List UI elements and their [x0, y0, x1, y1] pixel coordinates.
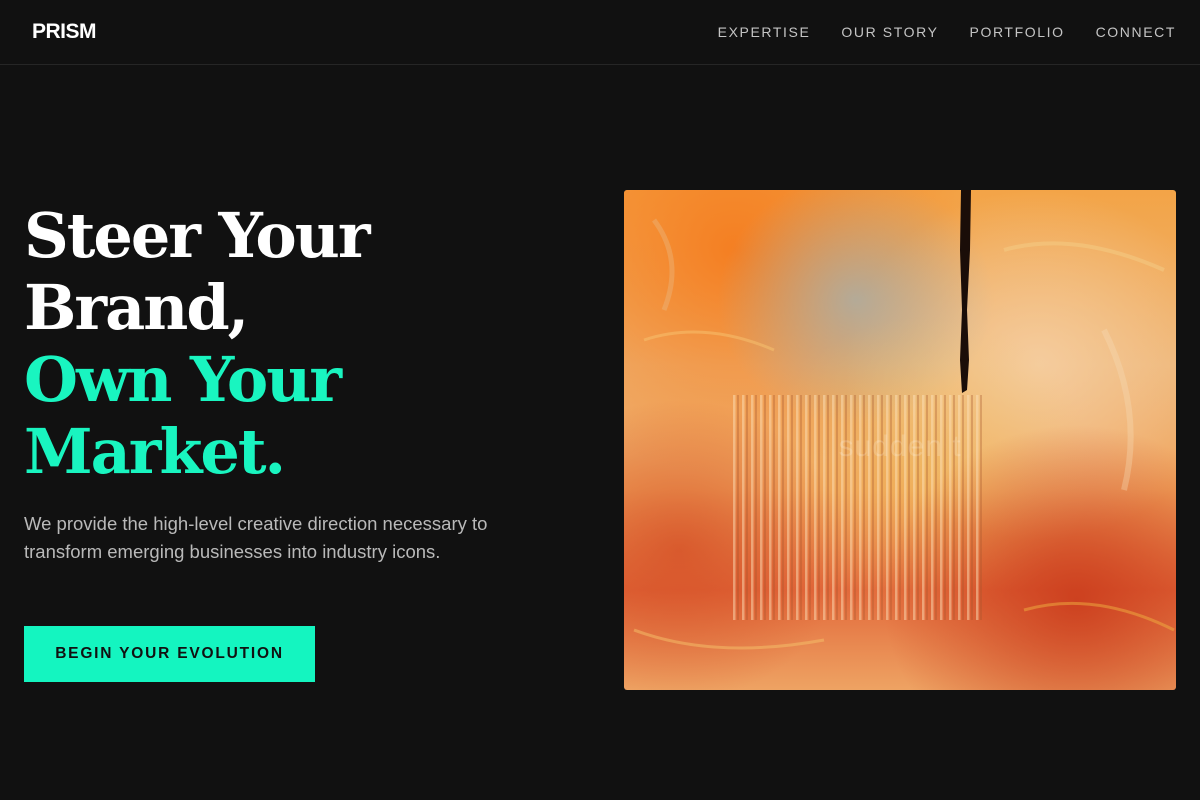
nav-link-our-story[interactable]: OUR STORY — [841, 24, 938, 40]
logo[interactable]: PRISM — [32, 20, 97, 44]
site-header: PRISM EXPERTISE OUR STORY PORTFOLIO CONN… — [0, 0, 1200, 65]
headline-line-3: Own Your — [24, 343, 342, 416]
hero-section: Steer Your Brand, Own Your Market. We pr… — [24, 200, 544, 566]
hero-artwork-image: sudden t — [624, 190, 1176, 690]
artwork-watermark: sudden t — [838, 430, 962, 463]
headline-line-1: Steer Your — [24, 199, 371, 272]
nav-link-expertise[interactable]: EXPERTISE — [718, 24, 811, 40]
headline-line-4: Market. — [24, 415, 286, 488]
begin-evolution-button[interactable]: BEGIN YOUR EVOLUTION — [24, 626, 315, 682]
hero-subtext: We provide the high-level creative direc… — [24, 513, 488, 562]
main-nav: EXPERTISE OUR STORY PORTFOLIO CONNECT — [718, 24, 1176, 40]
nav-link-connect[interactable]: CONNECT — [1096, 24, 1176, 40]
hero-headline: Steer Your Brand, Own Your Market. — [24, 200, 544, 488]
headline-line-2: Brand, — [24, 271, 249, 344]
nav-link-portfolio[interactable]: PORTFOLIO — [970, 24, 1065, 40]
